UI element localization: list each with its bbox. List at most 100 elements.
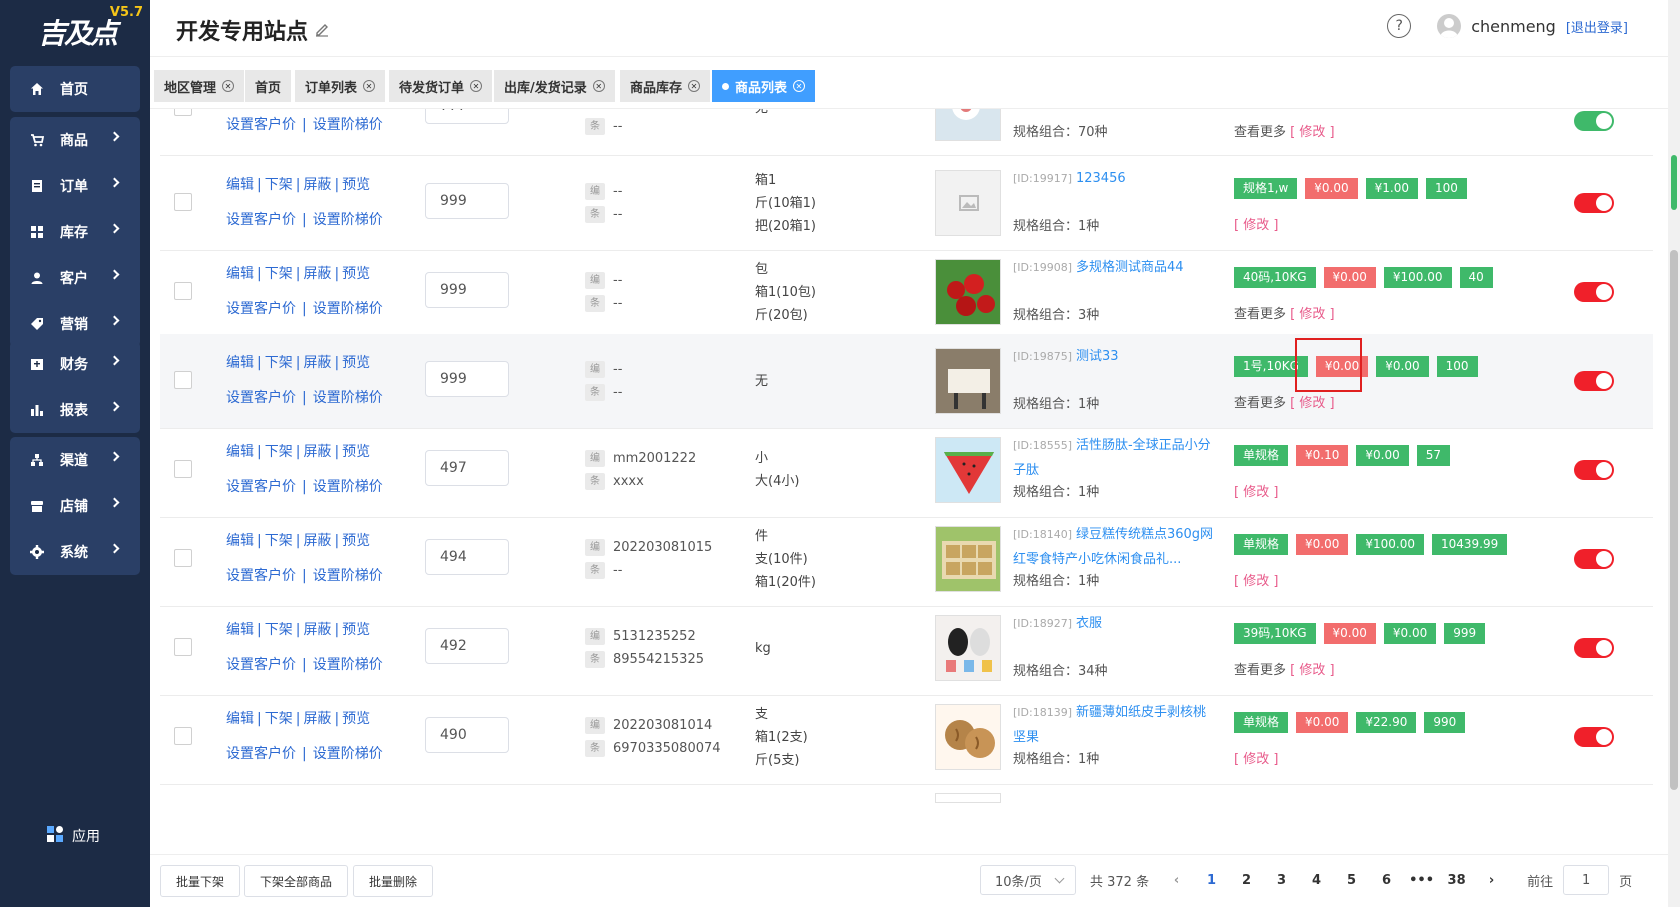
- view-more-link[interactable]: 查看更多: [1234, 396, 1286, 411]
- sort-input[interactable]: 999: [425, 272, 509, 308]
- off-shelf-link[interactable]: 下架: [265, 266, 293, 282]
- preview-link[interactable]: 预览: [342, 177, 370, 193]
- off-shelf-link[interactable]: 下架: [265, 177, 293, 193]
- row-checkbox[interactable]: [174, 549, 192, 567]
- modify-link[interactable]: [ 修改 ]: [1290, 125, 1334, 140]
- tab-shipping-records[interactable]: 出库/发货记录 ✕: [494, 70, 615, 102]
- close-icon[interactable]: ✕: [470, 80, 483, 92]
- edit-link[interactable]: 编辑: [226, 355, 254, 371]
- off-shelf-link[interactable]: 下架: [265, 622, 293, 638]
- set-customer-price-link[interactable]: 设置客户价: [226, 568, 296, 584]
- tab-pending-orders[interactable]: 待发货订单 ✕: [389, 70, 493, 102]
- status-toggle[interactable]: [1574, 371, 1614, 391]
- modify-link[interactable]: [ 修改 ]: [1234, 574, 1278, 589]
- sort-input[interactable]: 497: [425, 450, 509, 486]
- modify-link[interactable]: [ 修改 ]: [1234, 218, 1278, 233]
- set-tier-price-link[interactable]: 设置阶梯价: [313, 117, 383, 133]
- goto-page-input[interactable]: 1: [1563, 865, 1610, 895]
- status-toggle[interactable]: [1574, 111, 1614, 131]
- hide-link[interactable]: 屏蔽: [303, 711, 331, 727]
- product-thumbnail[interactable]: [935, 259, 1001, 325]
- nav-item-system[interactable]: 系统: [10, 529, 140, 575]
- sort-input[interactable]: 999: [425, 361, 509, 397]
- nav-item-store[interactable]: 店铺: [10, 483, 140, 529]
- tab-home[interactable]: 首页: [245, 70, 292, 102]
- status-toggle[interactable]: [1574, 193, 1614, 213]
- set-tier-price-link[interactable]: 设置阶梯价: [313, 301, 383, 317]
- tab-product-list[interactable]: 商品列表 ✕: [712, 70, 816, 102]
- sort-input[interactable]: 777: [425, 109, 509, 124]
- preview-link[interactable]: 预览: [342, 266, 370, 282]
- batch-off-button[interactable]: 批量下架: [160, 865, 241, 897]
- set-customer-price-link[interactable]: 设置客户价: [226, 212, 296, 228]
- close-icon[interactable]: ✕: [793, 80, 806, 92]
- product-name-link[interactable]: 测试33: [1076, 349, 1119, 364]
- preview-link[interactable]: 预览: [342, 444, 370, 460]
- set-customer-price-link[interactable]: 设置客户价: [226, 746, 296, 762]
- nav-item-reports[interactable]: 报表: [10, 387, 140, 433]
- set-tier-price-link[interactable]: 设置阶梯价: [313, 746, 383, 762]
- off-all-button[interactable]: 下架全部商品: [244, 865, 349, 897]
- product-thumbnail[interactable]: [935, 526, 1001, 592]
- edit-link[interactable]: 编辑: [226, 266, 254, 282]
- set-tier-price-link[interactable]: 设置阶梯价: [313, 657, 383, 673]
- tab-orders[interactable]: 订单列表 ✕: [295, 70, 386, 102]
- help-icon[interactable]: ?: [1387, 14, 1412, 38]
- nav-item-orders[interactable]: 订单: [10, 163, 140, 209]
- row-checkbox[interactable]: [174, 371, 192, 389]
- modify-link[interactable]: [ 修改 ]: [1290, 663, 1334, 678]
- set-customer-price-link[interactable]: 设置客户价: [226, 390, 296, 406]
- page-number[interactable]: 4: [1299, 873, 1334, 888]
- sort-input[interactable]: 999: [425, 183, 509, 219]
- hide-link[interactable]: 屏蔽: [303, 533, 331, 549]
- off-shelf-link[interactable]: 下架: [265, 355, 293, 371]
- row-checkbox[interactable]: [174, 727, 192, 745]
- nav-item-customers[interactable]: 客户: [10, 255, 140, 301]
- tab-region[interactable]: 地区管理 ✕: [154, 70, 245, 102]
- tab-stock[interactable]: 商品库存 ✕: [620, 70, 711, 102]
- edit-link[interactable]: 编辑: [226, 711, 254, 727]
- product-thumbnail[interactable]: [935, 348, 1001, 414]
- page-number[interactable]: 3: [1264, 873, 1299, 888]
- row-checkbox[interactable]: [174, 193, 192, 211]
- modify-link[interactable]: [ 修改 ]: [1234, 752, 1278, 767]
- status-toggle[interactable]: [1574, 282, 1614, 302]
- row-checkbox[interactable]: [174, 638, 192, 656]
- edit-pencil-icon[interactable]: [314, 18, 330, 43]
- view-more-link[interactable]: 查看更多: [1234, 307, 1286, 322]
- page-number[interactable]: 2: [1229, 873, 1264, 888]
- off-shelf-link[interactable]: 下架: [265, 444, 293, 460]
- off-shelf-link[interactable]: 下架: [265, 533, 293, 549]
- product-thumbnail[interactable]: [935, 437, 1001, 503]
- set-tier-price-link[interactable]: 设置阶梯价: [313, 479, 383, 495]
- logout-link[interactable]: [退出登录]: [1566, 17, 1628, 36]
- set-customer-price-link[interactable]: 设置客户价: [226, 657, 296, 673]
- modify-link[interactable]: [ 修改 ]: [1290, 307, 1334, 322]
- set-customer-price-link[interactable]: 设置客户价: [226, 301, 296, 317]
- page-size-select[interactable]: 10条/页: [980, 865, 1076, 895]
- set-tier-price-link[interactable]: 设置阶梯价: [313, 390, 383, 406]
- status-toggle[interactable]: [1574, 638, 1614, 658]
- view-more-link[interactable]: 查看更多: [1234, 125, 1286, 140]
- preview-link[interactable]: 预览: [342, 622, 370, 638]
- status-toggle[interactable]: [1574, 460, 1614, 480]
- modify-link[interactable]: [ 修改 ]: [1290, 396, 1334, 411]
- product-thumbnail[interactable]: [935, 109, 1001, 141]
- preview-link[interactable]: 预览: [342, 355, 370, 371]
- view-more-link[interactable]: 查看更多: [1234, 663, 1286, 678]
- nav-item-finance[interactable]: 财务: [10, 341, 140, 387]
- username[interactable]: chenmeng: [1471, 17, 1556, 36]
- edit-link[interactable]: 编辑: [226, 622, 254, 638]
- hide-link[interactable]: 屏蔽: [303, 266, 331, 282]
- edit-link[interactable]: 编辑: [226, 177, 254, 193]
- hide-link[interactable]: 屏蔽: [303, 177, 331, 193]
- sort-input[interactable]: 490: [425, 717, 509, 753]
- scrollbar-thumb[interactable]: [1670, 250, 1678, 790]
- hide-link[interactable]: 屏蔽: [303, 355, 331, 371]
- product-name-link[interactable]: 123456: [1076, 171, 1126, 186]
- row-checkbox[interactable]: [174, 282, 192, 300]
- page-number[interactable]: 1: [1194, 873, 1229, 888]
- set-tier-price-link[interactable]: 设置阶梯价: [313, 212, 383, 228]
- product-name-link[interactable]: 多规格测试商品44: [1076, 260, 1184, 275]
- status-toggle[interactable]: [1574, 727, 1614, 747]
